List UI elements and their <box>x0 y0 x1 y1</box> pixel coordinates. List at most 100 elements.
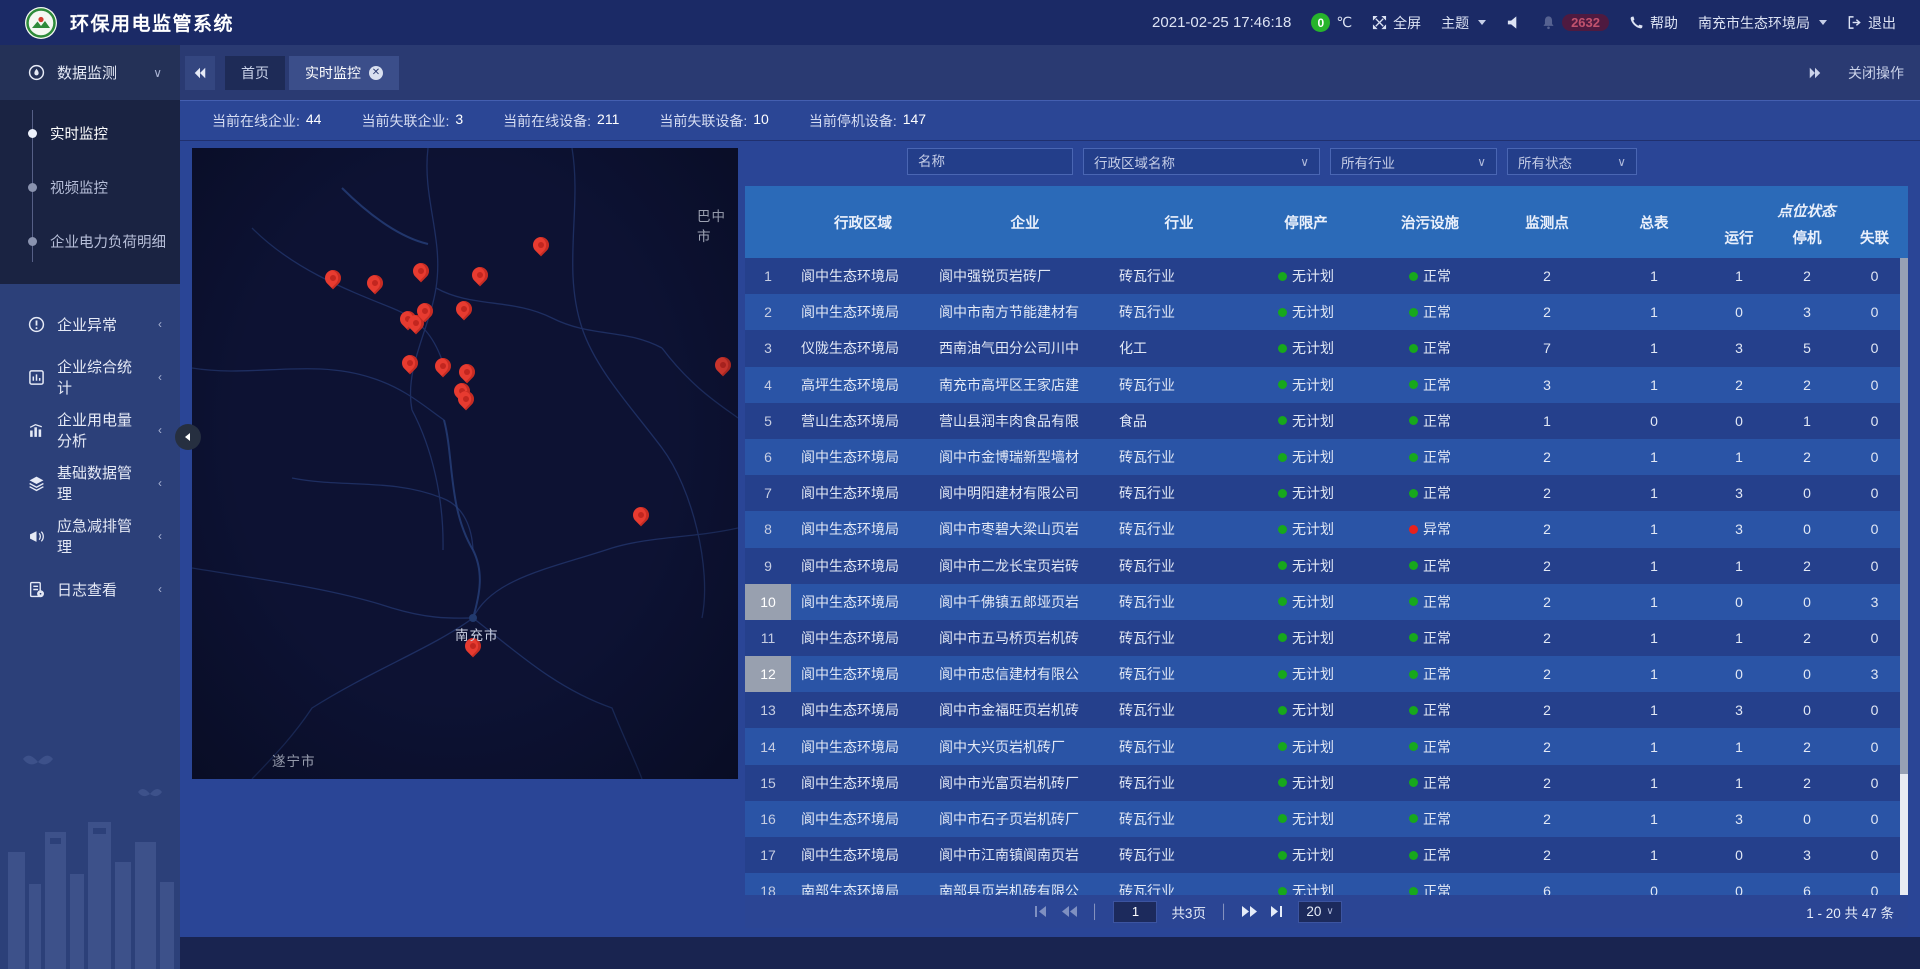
industry-filter-select[interactable]: 所有行业 ∨ <box>1330 148 1497 175</box>
sidebar-item-power-analysis[interactable]: 企业用电量分析 ‹ <box>0 404 180 456</box>
district-cell: 阆中生态环境局 <box>791 700 935 720</box>
sidebar-item-realtime-monitor[interactable]: 实时监控 <box>0 106 180 160</box>
last-page-button[interactable] <box>1271 906 1284 917</box>
table-row[interactable]: 11 阆中生态环境局 阆中市五马桥页岩机砖 砖瓦行业 无计划 正常 2 1 1 … <box>745 620 1908 656</box>
halt-cell: 2 <box>1773 377 1841 393</box>
theme-dropdown[interactable]: 主题 <box>1441 13 1486 33</box>
lost-cell: 0 <box>1841 630 1908 646</box>
halt-cell: 3 <box>1773 847 1841 863</box>
table-row[interactable]: 9 阆中生态环境局 阆中市二龙长宝页岩砖 砖瓦行业 无计划 正常 2 1 1 2… <box>745 548 1908 584</box>
stop-plan-cell: 无计划 <box>1243 592 1369 612</box>
notifications[interactable]: 2632 <box>1541 14 1609 31</box>
sidebar-item-enterprise-abnormal[interactable]: 企业异常 ‹ <box>0 298 180 350</box>
stat-lost-devices: 当前失联设备:10 <box>659 111 768 131</box>
table-row[interactable]: 12 阆中生态环境局 阆中市忠信建材有限公 砖瓦行业 无计划 正常 2 1 0 … <box>745 656 1908 692</box>
bullet-icon <box>28 129 37 138</box>
facility-text: 正常 <box>1423 881 1451 895</box>
table-row[interactable]: 16 阆中生态环境局 阆中市石子页岩机砖厂 砖瓦行业 无计划 正常 2 1 3 … <box>745 801 1908 837</box>
district-cell: 南部生态环境局 <box>791 881 935 895</box>
logout-label: 退出 <box>1868 13 1896 33</box>
stop-status-dot <box>1278 778 1287 787</box>
table-row[interactable]: 3 仪陇生态环境局 西南油气田分公司川中 化工 无计划 正常 7 1 3 5 0 <box>745 330 1908 366</box>
stop-status-dot <box>1278 814 1287 823</box>
tab-realtime-monitor[interactable]: 实时监控 ✕ <box>289 56 399 90</box>
next-page-button[interactable] <box>1242 906 1257 917</box>
facility-status-dot <box>1409 851 1418 860</box>
previous-page-button[interactable] <box>1062 906 1077 917</box>
table-row[interactable]: 5 营山生态环境局 营山县润丰肉食品有限 食品 无计划 正常 1 0 0 1 0 <box>745 403 1908 439</box>
halt-cell: 0 <box>1773 811 1841 827</box>
district-cell: 阆中生态环境局 <box>791 773 935 793</box>
page-size-select[interactable]: 20 ∨ <box>1298 901 1341 923</box>
close-operations-dropdown[interactable]: 关闭操作 <box>1848 63 1904 83</box>
tabs-scroll-right-button[interactable] <box>1808 66 1822 80</box>
table-row[interactable]: 13 阆中生态环境局 阆中市金福旺页岩机砖 砖瓦行业 无计划 正常 2 1 3 … <box>745 692 1908 728</box>
stop-plan-text: 无计划 <box>1292 556 1334 576</box>
scrollbar-thumb[interactable] <box>1900 258 1908 774</box>
sidebar-item-data-monitor[interactable]: 数据监测 ∨ <box>0 45 180 100</box>
halt-cell: 6 <box>1773 883 1841 895</box>
company-cell: 阆中明阳建材有限公司 <box>935 483 1115 503</box>
points-cell: 1 <box>1491 413 1603 429</box>
stop-status-dot <box>1278 851 1287 860</box>
district-cell: 阆中生态环境局 <box>791 664 935 684</box>
fullscreen-button[interactable]: 全屏 <box>1372 13 1421 33</box>
close-tab-icon[interactable]: ✕ <box>369 66 383 80</box>
row-index-cell: 12 <box>745 656 791 692</box>
gauge-icon <box>28 64 45 81</box>
lost-cell: 0 <box>1841 775 1908 791</box>
table-row[interactable]: 2 阆中生态环境局 阆中市南方节能建材有 砖瓦行业 无计划 正常 2 1 0 3… <box>745 294 1908 330</box>
map-canvas[interactable]: 巴中市南充市遂宁市 <box>192 148 738 779</box>
halt-cell: 0 <box>1773 521 1841 537</box>
table-row[interactable]: 7 阆中生态环境局 阆中明阳建材有限公司 砖瓦行业 无计划 正常 2 1 3 0… <box>745 475 1908 511</box>
page-number-input[interactable] <box>1113 901 1157 923</box>
sidebar-item-emergency-reduction[interactable]: 应急减排管理 ‹ <box>0 510 180 562</box>
sidebar-item-label: 基础数据管理 <box>57 462 146 504</box>
stop-status-dot <box>1278 706 1287 715</box>
table-row[interactable]: 8 阆中生态环境局 阆中市枣碧大梁山页岩 砖瓦行业 无计划 异常 2 1 3 0… <box>745 511 1908 547</box>
lost-cell: 0 <box>1841 558 1908 574</box>
table-row[interactable]: 15 阆中生态环境局 阆中市光富页岩机砖厂 砖瓦行业 无计划 正常 2 1 1 … <box>745 765 1908 801</box>
lost-cell: 0 <box>1841 847 1908 863</box>
sidebar-item-power-load-detail[interactable]: 企业电力负荷明细 <box>0 214 180 268</box>
company-cell: 阆中市金福旺页岩机砖 <box>935 700 1115 720</box>
panel-collapse-handle[interactable] <box>175 424 201 450</box>
run-cell: 1 <box>1705 558 1773 574</box>
tab-home[interactable]: 首页 <box>225 56 285 90</box>
sound-button[interactable] <box>1506 15 1521 30</box>
halt-cell: 3 <box>1773 304 1841 320</box>
map-roads <box>192 148 738 779</box>
table-header: 行政区域 企业 行业 停限产 治污设施 监测点 总表 点位状态 运行 停机 失联 <box>745 186 1908 258</box>
bell-icon <box>1541 15 1556 30</box>
table-row[interactable]: 18 南部生态环境局 南部县页岩机砖有限公 砖瓦行业 无计划 正常 6 0 0 … <box>745 873 1908 895</box>
sidebar-item-enterprise-statistics[interactable]: 企业综合统计 ‹ <box>0 351 180 403</box>
industry-cell: 砖瓦行业 <box>1115 737 1243 757</box>
table-row[interactable]: 4 高坪生态环境局 南充市高坪区王家店建 砖瓦行业 无计划 正常 3 1 2 2… <box>745 367 1908 403</box>
status-filter-select[interactable]: 所有状态 ∨ <box>1507 148 1637 175</box>
org-dropdown[interactable]: 南充市生态环境局 <box>1698 13 1827 33</box>
stop-plan-text: 无计划 <box>1292 628 1334 648</box>
double-chevron-left-icon <box>193 66 207 80</box>
sidebar-item-video-monitor[interactable]: 视频监控 <box>0 160 180 214</box>
help-button[interactable]: 帮助 <box>1629 13 1678 33</box>
tabs-scroll-left-button[interactable] <box>185 56 215 90</box>
table-row[interactable]: 10 阆中生态环境局 阆中千佛镇五郎垭页岩 砖瓦行业 无计划 正常 2 1 0 … <box>745 584 1908 620</box>
row-index-cell: 5 <box>745 403 791 439</box>
stop-status-dot <box>1278 597 1287 606</box>
region-filter-select[interactable]: 行政区域名称 ∨ <box>1083 148 1320 175</box>
name-filter-input[interactable] <box>918 154 1062 169</box>
divider: │ <box>1091 904 1099 919</box>
table-row[interactable]: 6 阆中生态环境局 阆中市金博瑞新型墙材 砖瓦行业 无计划 正常 2 1 1 2… <box>745 439 1908 475</box>
meters-cell: 1 <box>1603 702 1705 718</box>
table-row[interactable]: 14 阆中生态环境局 阆中大兴页岩机砖厂 砖瓦行业 无计划 正常 2 1 1 2… <box>745 728 1908 764</box>
table-row[interactable]: 17 阆中生态环境局 阆中市江南镇阆南页岩 砖瓦行业 无计划 正常 2 1 0 … <box>745 837 1908 873</box>
stop-plan-cell: 无计划 <box>1243 628 1369 648</box>
table-row[interactable]: 1 阆中生态环境局 阆中强锐页岩砖厂 砖瓦行业 无计划 正常 2 1 1 2 0 <box>745 258 1908 294</box>
company-cell: 南充市高坪区王家店建 <box>935 375 1115 395</box>
logout-button[interactable]: 退出 <box>1847 13 1896 33</box>
datetime: 2021-02-25 17:46:18 <box>1152 14 1291 31</box>
sidebar-item-base-data[interactable]: 基础数据管理 ‹ <box>0 457 180 509</box>
sidebar-item-log-view[interactable]: 日志查看 ‹ <box>0 563 180 615</box>
first-page-button[interactable] <box>1035 906 1048 917</box>
run-cell: 1 <box>1705 739 1773 755</box>
